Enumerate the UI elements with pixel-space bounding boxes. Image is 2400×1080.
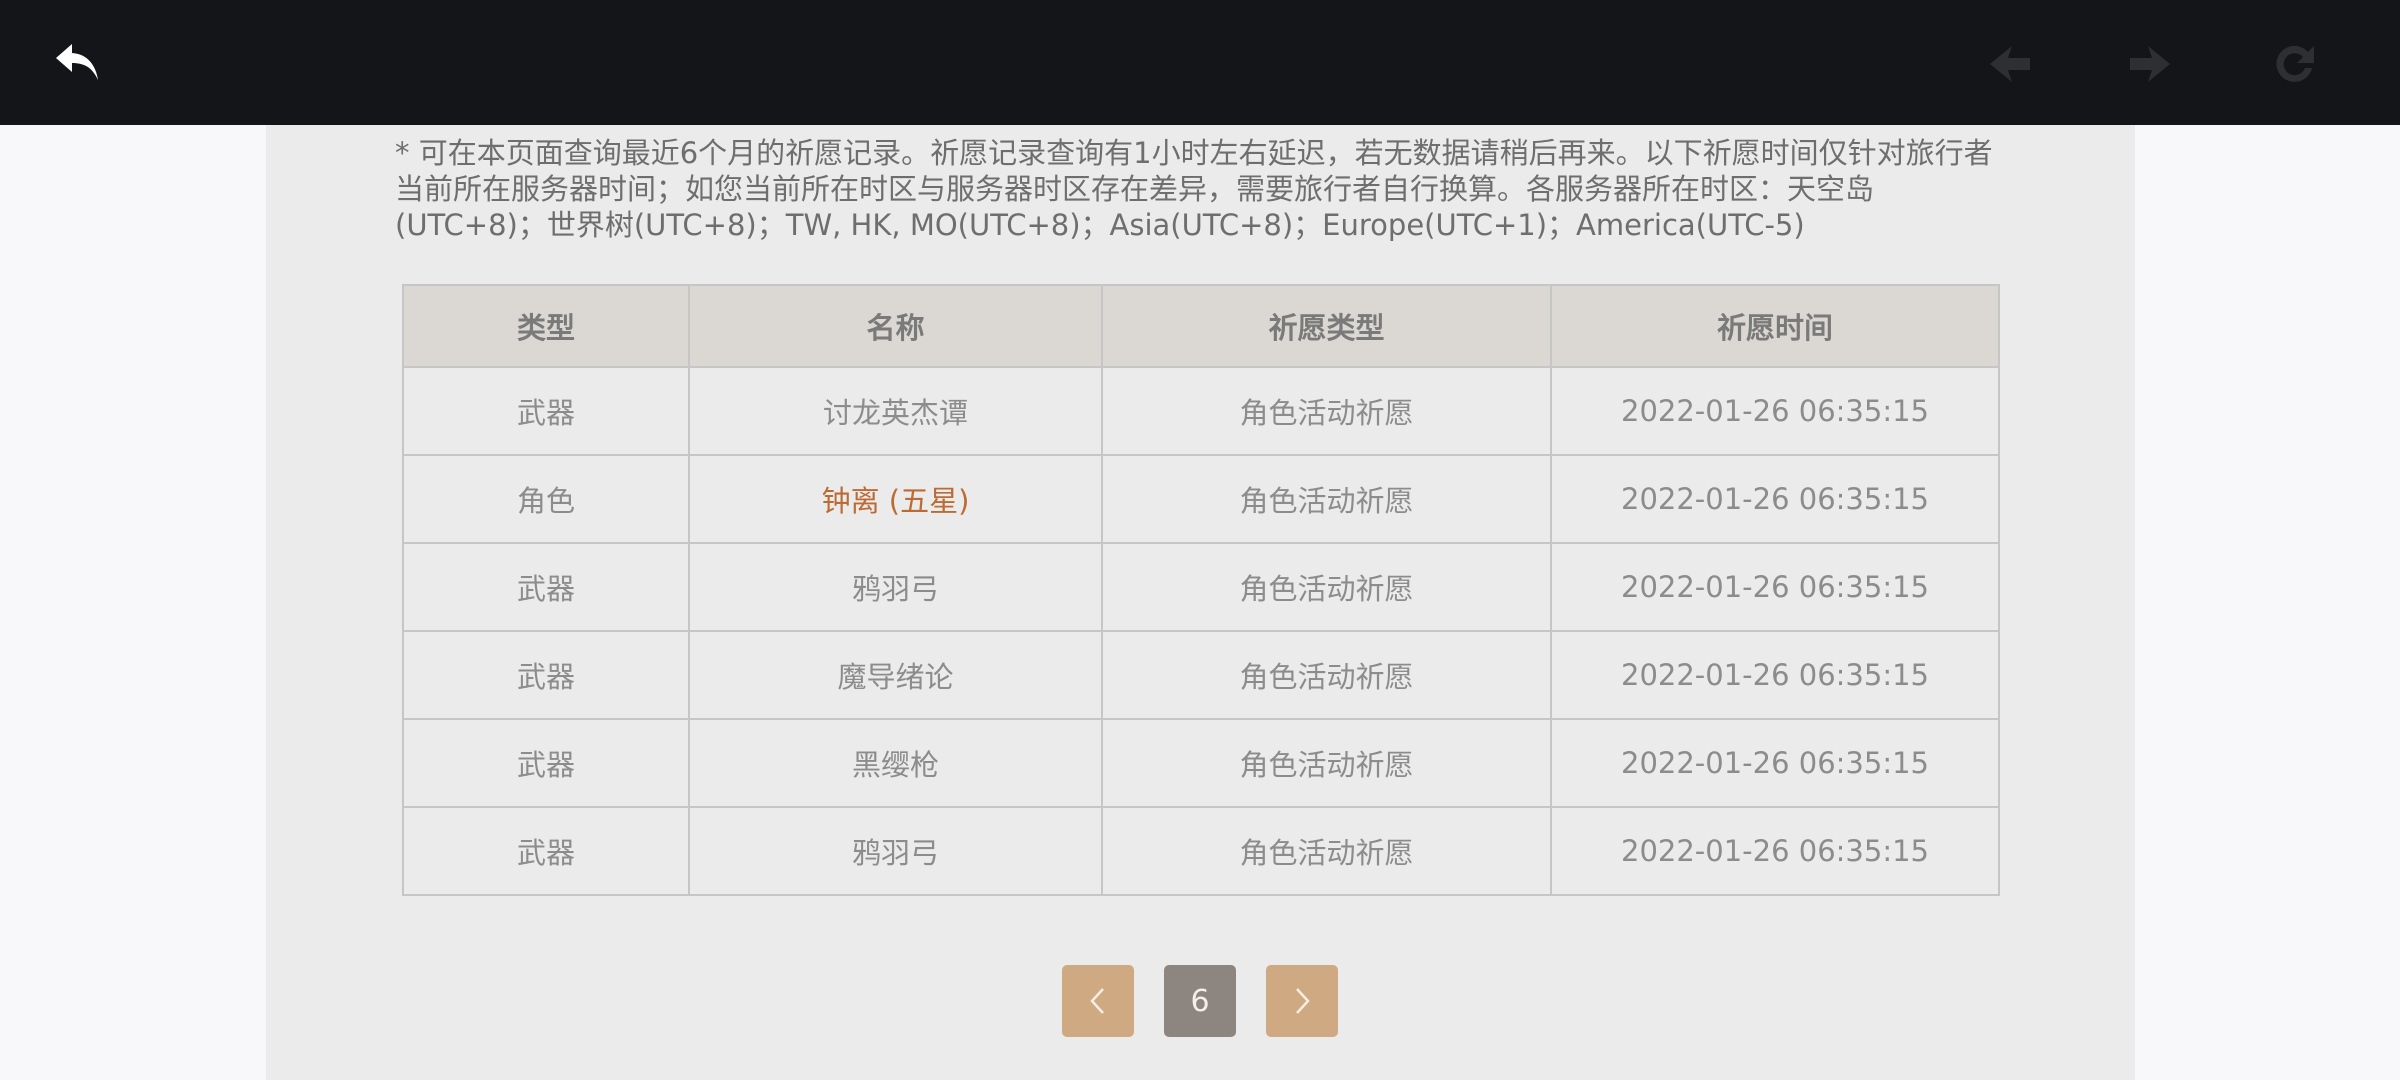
refresh-icon [2276,45,2314,82]
notice-text: * 可在本页面查询最近6个月的祈愿记录。祈愿记录查询有1小时左右延迟，若无数据请… [395,136,1993,242]
wish-history-panel: * 可在本页面查询最近6个月的祈愿记录。祈愿记录查询有1小时左右延迟，若无数据请… [266,125,2135,1080]
back-button[interactable] [46,32,110,96]
browser-back-icon [1990,46,2030,82]
cell-wish-time: 2022-01-26 06:35:15 [1550,718,2000,808]
header-wish-type: 祈愿类型 [1101,284,1552,368]
next-page-button[interactable] [1266,965,1338,1037]
back-arrow-icon [56,44,98,80]
cell-wish-time: 2022-01-26 06:35:15 [1550,366,2000,456]
cell-wish-time: 2022-01-26 06:35:15 [1550,630,2000,720]
cell-wish-type: 角色活动祈愿 [1101,630,1552,720]
cell-type: 角色 [402,454,690,544]
top-toolbar [0,0,2400,125]
header-name: 名称 [688,284,1103,368]
cell-type: 武器 [402,630,690,720]
refresh-button[interactable] [2262,32,2326,96]
cell-type: 武器 [402,366,690,456]
cell-wish-time: 2022-01-26 06:35:15 [1550,454,2000,544]
prev-page-button[interactable] [1062,965,1134,1037]
browser-forward-icon [2130,46,2170,82]
cell-name: 鸦羽弓 [688,542,1103,632]
cell-type: 武器 [402,718,690,808]
cell-wish-type: 角色活动祈愿 [1101,366,1552,456]
cell-name: 黑缨枪 [688,718,1103,808]
table-row: 武器 鸦羽弓 角色活动祈愿 2022-01-26 06:35:15 [402,806,2000,896]
cell-wish-type: 角色活动祈愿 [1101,718,1552,808]
cell-wish-type: 角色活动祈愿 [1101,454,1552,544]
cell-name-five-star: 钟离 (五星) [688,454,1103,544]
cell-wish-time: 2022-01-26 06:35:15 [1550,542,2000,632]
table-row: 武器 讨龙英杰谭 角色活动祈愿 2022-01-26 06:35:15 [402,366,2000,456]
browser-back-button[interactable] [1978,32,2042,96]
cell-type: 武器 [402,806,690,896]
header-type: 类型 [402,284,690,368]
cell-wish-type: 角色活动祈愿 [1101,806,1552,896]
cell-wish-time: 2022-01-26 06:35:15 [1550,806,2000,896]
chevron-right-icon [1296,988,1310,1014]
wish-record-table: 类型 名称 祈愿类型 祈愿时间 武器 讨龙英杰谭 角色活动祈愿 2022-01-… [402,284,2000,896]
table-row: 武器 黑缨枪 角色活动祈愿 2022-01-26 06:35:15 [402,718,2000,808]
header-wish-time: 祈愿时间 [1550,284,2000,368]
cell-name: 鸦羽弓 [688,806,1103,896]
cell-type: 武器 [402,542,690,632]
table-row: 武器 鸦羽弓 角色活动祈愿 2022-01-26 06:35:15 [402,542,2000,632]
chevron-left-icon [1090,988,1104,1014]
browser-forward-button[interactable] [2118,32,2182,96]
cell-name: 讨龙英杰谭 [688,366,1103,456]
table-row: 角色 钟离 (五星) 角色活动祈愿 2022-01-26 06:35:15 [402,454,2000,544]
table-row: 武器 魔导绪论 角色活动祈愿 2022-01-26 06:35:15 [402,630,2000,720]
cell-wish-type: 角色活动祈愿 [1101,542,1552,632]
cell-name: 魔导绪论 [688,630,1103,720]
current-page-indicator: 6 [1164,965,1236,1037]
table-header-row: 类型 名称 祈愿类型 祈愿时间 [402,284,2000,368]
